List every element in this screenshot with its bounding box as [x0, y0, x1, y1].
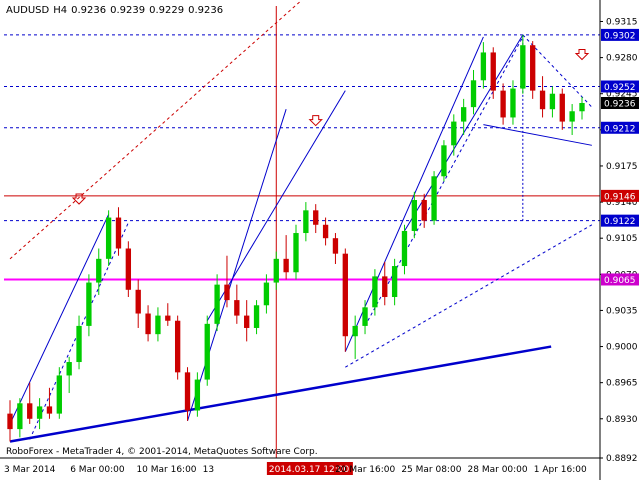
candle-body [27, 403, 33, 419]
symbol-label: AUDUSD [6, 5, 50, 16]
candle-body [105, 217, 112, 259]
candle-body [56, 375, 62, 414]
x-tick-label: 1 Apr 16:00 [534, 465, 587, 475]
candle-body [46, 406, 53, 414]
candle-body [322, 224, 329, 239]
candle-body [441, 145, 447, 177]
candle-body [76, 325, 82, 363]
y-tick-label: 0.8965 [606, 379, 638, 389]
candle-body [480, 52, 487, 81]
candle-body [451, 121, 457, 146]
ohlc-close: 0.9236 [188, 5, 224, 16]
candle-body [283, 258, 289, 273]
candle-body [7, 413, 13, 430]
x-tick-label: 10 Mar 16:00 [136, 465, 196, 475]
copyright-text: RoboForex - MetaTrader 4, © 2001-2014, M… [6, 447, 318, 457]
candle-body [342, 253, 348, 337]
candle-body [431, 176, 437, 221]
candle-body [293, 233, 299, 273]
timeframe-label: H4 [53, 5, 68, 16]
candle-body [352, 325, 358, 337]
candle-body [125, 248, 132, 290]
candle-body [273, 258, 279, 283]
chart-header: AUDUSD H4 0.9236 0.9239 0.9229 0.9236 [6, 5, 227, 16]
candle-body [421, 200, 427, 221]
ohlc-high: 0.9239 [110, 5, 146, 16]
candle-body [313, 210, 319, 225]
candle-body [135, 289, 141, 314]
price-label: 0.9212 [604, 124, 636, 134]
candle-body [234, 300, 240, 316]
candle-body [204, 323, 210, 380]
candle-body [362, 307, 368, 326]
price-label: 0.9236 [604, 100, 636, 110]
x-tick-label: 20 Mar 16:00 [335, 465, 395, 475]
price-label: 0.9302 [604, 31, 636, 41]
candlestick-chart: 0.93150.92800.92450.92100.91750.91400.91… [0, 0, 640, 480]
candle-body [332, 238, 339, 254]
price-label: 0.9252 [604, 83, 636, 93]
candle-body [411, 200, 418, 231]
candle-body [96, 258, 102, 283]
candle-body [165, 315, 171, 321]
x-tick-label: 13 [203, 465, 214, 475]
candle-body [17, 403, 23, 430]
candle-body [244, 315, 250, 328]
candle-body [214, 284, 220, 324]
candle-body [155, 315, 161, 335]
candle-body [549, 93, 556, 110]
candle-body [303, 210, 309, 234]
candle-body [559, 93, 565, 122]
candle-body [500, 90, 506, 118]
x-tick-label: 6 Mar 00:00 [70, 465, 125, 475]
candle-body [530, 45, 536, 91]
y-tick-label: 0.9175 [606, 162, 638, 172]
candle-body [539, 90, 546, 110]
candle-body [86, 282, 92, 326]
candle-body [253, 305, 260, 328]
candle-body [36, 406, 43, 419]
y-tick-label: 0.9035 [606, 306, 638, 316]
y-tick-label: 0.8892 [606, 454, 638, 464]
candle-body [401, 230, 408, 267]
ohlc-low: 0.9229 [149, 5, 185, 16]
candle-body [184, 372, 191, 411]
candle-body [224, 284, 230, 301]
candle-body [174, 320, 181, 373]
x-tick-label: 3 Mar 2014 [4, 465, 56, 475]
candle-body [460, 107, 467, 122]
candle-body [510, 88, 516, 118]
ohlc-open: 0.9236 [71, 5, 107, 16]
x-tick-label: 28 Mar 00:00 [468, 465, 528, 475]
candle-body [391, 266, 398, 298]
candle-body [145, 313, 151, 335]
y-tick-label: 0.8930 [606, 415, 638, 425]
candle-body [194, 379, 201, 411]
x-tick-label: 25 Mar 08:00 [401, 465, 461, 475]
candle-body [569, 111, 575, 122]
candle-body [372, 276, 378, 308]
price-label: 0.9122 [604, 217, 636, 227]
y-tick-label: 0.9000 [606, 343, 638, 353]
candle-body [382, 276, 388, 298]
candle-body [520, 45, 526, 89]
price-label: 0.9146 [604, 192, 636, 202]
candle-body [490, 52, 496, 91]
candle-body [470, 80, 477, 108]
candle-body [115, 217, 122, 249]
y-tick-label: 0.9280 [606, 54, 638, 64]
chart-container: 0.93150.92800.92450.92100.91750.91400.91… [0, 0, 640, 480]
candle-body [263, 282, 270, 306]
price-label: 0.9065 [604, 276, 636, 286]
y-tick-label: 0.9315 [606, 17, 638, 27]
candle-body [66, 362, 72, 376]
y-tick-label: 0.9105 [606, 234, 638, 244]
candle-body [579, 103, 585, 112]
